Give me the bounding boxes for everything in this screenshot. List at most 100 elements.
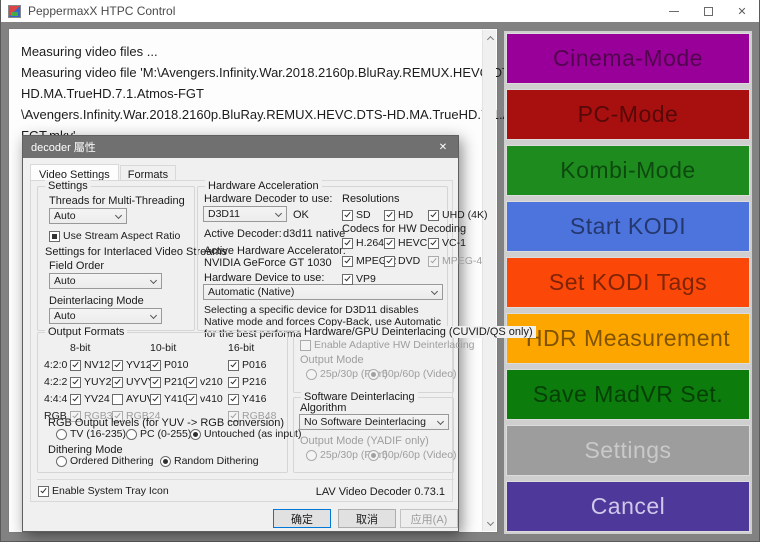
checkbox-label: YUY2 [84,376,111,388]
checkbox-box [428,256,439,267]
checkbox-box [186,394,197,405]
scroll-down-button[interactable] [483,516,497,531]
checkbox-v410[interactable]: v410 [186,393,228,405]
radio-label: 50p/60p (Video) [382,368,457,380]
checkbox-uhd-4k[interactable]: UHD (4K) [428,209,488,221]
check-icon [230,395,236,402]
checkbox-box [112,360,123,371]
checkbox-label: YV24 [84,393,110,405]
checkbox-enable-system-tray-icon[interactable]: Enable System Tray Icon [38,485,169,497]
checkbox-dvd[interactable]: DVD [384,255,428,267]
check-icon [72,395,78,402]
checkbox-h-264[interactable]: H.264 [342,237,384,249]
algorithm-value: No Software Deinterlacing [304,416,426,428]
threads-combobox[interactable]: Auto [49,208,127,224]
check-icon [430,257,436,264]
checkbox-label: P216 [242,376,267,388]
check-icon [344,239,350,246]
radio-dot [371,453,376,458]
sidebar-button-pc-mode[interactable]: PC-Mode [506,89,750,140]
log-line: HD.MA.TrueHD.7.1.Atmos-FGT [21,83,473,104]
radio-dot [371,372,376,377]
active-decoder-label: Active Decoder: [204,228,282,240]
check-icon [430,211,436,218]
checkbox-p010[interactable]: P010 [150,359,186,371]
checkbox-nv12[interactable]: NV12 [70,359,112,371]
checkbox-mpeg-2[interactable]: MPEG-2 [342,255,384,267]
checkbox-v210[interactable]: v210 [186,376,228,388]
checkbox-box [428,210,439,221]
main-window: PeppermaxX HTPC Control ✕ Measuring vide… [0,0,760,542]
checkbox-yv24[interactable]: YV24 [70,393,112,405]
group-label: Hardware Acceleration [205,180,322,192]
checkbox-box [300,340,311,351]
radio-tv-16-235[interactable]: TV (16-235) [56,428,126,440]
checkbox-p016[interactable]: P016 [228,359,276,371]
window-title: PeppermaxX HTPC Control [28,4,175,18]
sidebar-button-settings[interactable]: Settings [506,425,750,476]
checkbox-p210[interactable]: P210 [150,376,186,388]
threads-label: Threads for Multi-Threading [49,195,185,207]
radio-dot [163,459,168,464]
checkbox-vc-1[interactable]: VC-1 [428,237,482,249]
sw-deint-algorithm-combobox[interactable]: No Software Deinterlacing [299,414,449,430]
column-header: 16-bit [228,342,276,354]
log-scrollbar[interactable] [482,30,496,531]
radio-label: Ordered Dithering [70,455,153,467]
hw-deinterlacing-group: Hardware/GPU Deinterlacing (CUVID/QS onl… [293,332,454,393]
checkbox-uyvy[interactable]: UYVY [112,376,150,388]
deint-mode-label: Deinterlacing Mode [49,295,144,307]
sidebar-button-cinema-mode[interactable]: Cinema-Mode [506,33,750,84]
checkbox-hevc[interactable]: HEVC [384,237,428,249]
checkbox-y410[interactable]: Y410 [150,393,186,405]
checkbox-p216[interactable]: P216 [228,376,276,388]
checkbox-label: v210 [200,376,223,388]
check-icon [430,239,436,246]
checkbox-sd[interactable]: SD [342,209,384,221]
sidebar-button-save-madvr-set[interactable]: Save MadVR Set. [506,369,750,420]
sidebar-button-kombi-mode[interactable]: Kombi-Mode [506,145,750,196]
checkbox-yuy2[interactable]: YUY2 [70,376,112,388]
deint-mode-combobox[interactable]: Auto [49,308,162,324]
codecs-label: Codecs for HW Decoding [342,223,466,235]
field-order-combobox[interactable]: Auto [49,273,162,289]
caption-buttons: ✕ [657,0,759,22]
checkbox-vp9[interactable]: VP9 [342,273,384,285]
checkbox-yv12[interactable]: YV12 [112,359,150,371]
hw-device-combobox[interactable]: Automatic (Native) [203,284,443,300]
minimize-button[interactable] [657,0,691,22]
checkbox-use-stream-aspect-ratio[interactable]: Use Stream Aspect Ratio [49,230,180,242]
checkbox-box [342,274,353,285]
sidebar-button-start-kodi[interactable]: Start KODI [506,201,750,252]
radio-random-dithering[interactable]: Random Dithering [160,455,259,467]
radio-ordered-dithering[interactable]: Ordered Dithering [56,455,160,467]
deint-mode-value: Auto [54,310,76,322]
cancel-button[interactable]: 取消 [338,509,396,528]
sidebar-button-hdr-measurement[interactable]: HDR Measurement [506,313,750,364]
ok-button[interactable]: 确定 [273,509,331,528]
row-label: 4:2:2 [44,376,70,388]
output-mode-label: Output Mode [300,354,364,366]
checkbox-hd[interactable]: HD [384,209,428,221]
checkbox-y416[interactable]: Y416 [228,393,276,405]
checkbox-box [38,486,49,497]
checkbox-label: Enable System Tray Icon [52,485,169,497]
checkbox-label: VP9 [356,273,376,285]
maximize-button[interactable] [691,0,725,22]
radio-pc-0-255[interactable]: PC (0-255) [126,428,190,440]
radio-untouched-as-input[interactable]: Untouched (as input) [190,428,301,440]
close-button[interactable]: ✕ [725,0,759,22]
radio-25p-30p-film: 25p/30p (Film) [306,368,368,380]
scroll-up-button[interactable] [483,30,497,45]
minimize-icon [669,11,679,12]
divider [37,479,454,480]
output-formats-grid: 8-bit10-bit16-bit4:2:0NV12YV12P010P0164:… [44,342,276,422]
checkbox-ayuv[interactable]: AYUV [112,393,150,405]
chevron-down-icon [486,518,493,525]
sidebar-button-cancel[interactable]: Cancel [506,481,750,532]
sidebar-button-set-kodi-tags[interactable]: Set KODI Tags [506,257,750,308]
hw-decoder-combobox[interactable]: D3D11 [203,206,287,222]
dialog-close-button[interactable]: ✕ [428,136,458,158]
active-accel-label: Active Hardware Accelerator: [204,245,346,257]
checkbox-label: P210 [164,376,189,388]
